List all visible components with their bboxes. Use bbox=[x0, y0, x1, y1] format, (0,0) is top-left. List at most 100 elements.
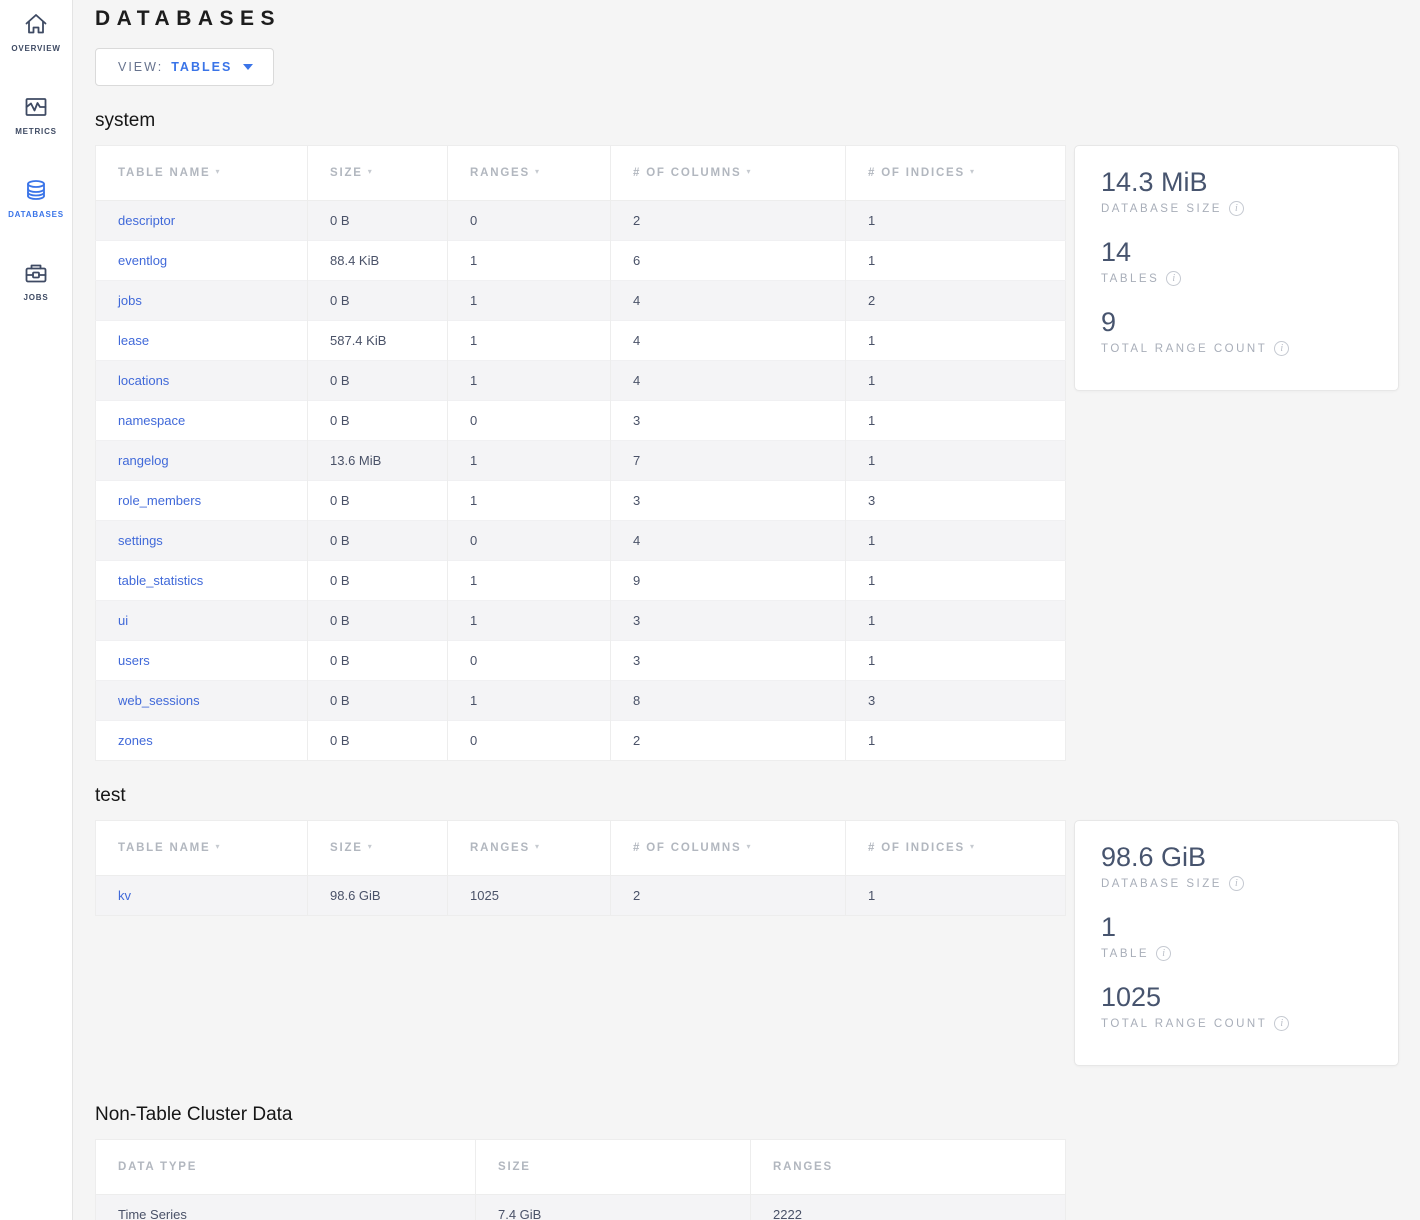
table-row: descriptor0 B021 bbox=[96, 201, 1066, 241]
sidebar-item-databases[interactable]: DATABASES bbox=[0, 176, 72, 219]
table-cell: 0 B bbox=[308, 721, 448, 761]
info-icon[interactable]: i bbox=[1274, 1016, 1289, 1031]
table-name-link[interactable]: lease bbox=[118, 333, 149, 348]
column-header-label: TABLE NAME bbox=[118, 167, 211, 179]
table-cell: 13.6 MiB bbox=[308, 441, 448, 481]
table-name-link[interactable]: ui bbox=[118, 613, 128, 628]
info-icon[interactable]: i bbox=[1274, 341, 1289, 356]
info-icon[interactable]: i bbox=[1166, 271, 1181, 286]
column-header[interactable]: # OF COLUMNS▾ bbox=[611, 146, 846, 201]
stat-value: 1 bbox=[1101, 911, 1374, 943]
table-cell: 2222 bbox=[751, 1195, 1066, 1220]
table-name-link[interactable]: rangelog bbox=[118, 453, 169, 468]
table-cell: 4 bbox=[611, 281, 846, 321]
sidebar-item-label: OVERVIEW bbox=[11, 44, 60, 53]
table-name-link[interactable]: table_statistics bbox=[118, 573, 203, 588]
table-row: rangelog13.6 MiB171 bbox=[96, 441, 1066, 481]
table-cell: 0 B bbox=[308, 481, 448, 521]
column-header[interactable]: RANGES▾ bbox=[448, 821, 611, 876]
column-header-label: TABLE NAME bbox=[118, 842, 211, 854]
column-header[interactable]: # OF INDICES▾ bbox=[846, 821, 1066, 876]
column-header-label: # OF COLUMNS bbox=[633, 167, 742, 179]
table-cell: 1 bbox=[448, 281, 611, 321]
table-name-link[interactable]: jobs bbox=[118, 293, 142, 308]
table-cell: 0 B bbox=[308, 361, 448, 401]
table-cell: 1 bbox=[846, 201, 1066, 241]
sidebar-item-metrics[interactable]: METRICS bbox=[0, 93, 72, 136]
table-cell: 6 bbox=[611, 241, 846, 281]
sidebar-item-overview[interactable]: OVERVIEW bbox=[0, 10, 72, 53]
table-cell: 0 B bbox=[308, 401, 448, 441]
stat-tables: 14 TABLES i bbox=[1101, 236, 1374, 286]
column-header: DATA TYPE bbox=[96, 1140, 476, 1195]
table-row: eventlog88.4 KiB161 bbox=[96, 241, 1066, 281]
briefcase-icon bbox=[22, 259, 50, 287]
table-cell: rangelog bbox=[96, 441, 308, 481]
table-cell: 1 bbox=[448, 481, 611, 521]
table-cell: 4 bbox=[611, 521, 846, 561]
table-cell: 3 bbox=[611, 601, 846, 641]
column-header-label: DATA TYPE bbox=[118, 1161, 197, 1173]
column-header[interactable]: # OF INDICES▾ bbox=[846, 146, 1066, 201]
sidebar-item-jobs[interactable]: JOBS bbox=[0, 259, 72, 302]
table-name-link[interactable]: kv bbox=[118, 888, 131, 903]
sort-arrow-icon: ▾ bbox=[535, 842, 541, 851]
table-name-link[interactable]: zones bbox=[118, 733, 153, 748]
table-name-link[interactable]: web_sessions bbox=[118, 693, 200, 708]
database-section-system: TABLE NAME▾SIZE▾RANGES▾# OF COLUMNS▾# OF… bbox=[95, 145, 1420, 761]
info-icon[interactable]: i bbox=[1229, 876, 1244, 891]
column-header-label: # OF INDICES bbox=[868, 167, 965, 179]
sort-arrow-icon: ▾ bbox=[216, 842, 222, 851]
table-cell: 0 bbox=[448, 521, 611, 561]
column-header[interactable]: SIZE▾ bbox=[308, 821, 448, 876]
table-cell: 4 bbox=[611, 361, 846, 401]
table-name-link[interactable]: settings bbox=[118, 533, 163, 548]
sidebar: OVERVIEW METRICS DATABASES JOBS bbox=[0, 0, 73, 1220]
view-dropdown[interactable]: VIEW: TABLES bbox=[95, 48, 274, 86]
table-cell: kv bbox=[96, 876, 308, 916]
table-cell: 0 B bbox=[308, 641, 448, 681]
table-cell: 1 bbox=[846, 561, 1066, 601]
sidebar-item-label: METRICS bbox=[15, 127, 57, 136]
table-name-link[interactable]: locations bbox=[118, 373, 169, 388]
table-cell: 1 bbox=[448, 321, 611, 361]
view-dropdown-value: TABLES bbox=[171, 60, 232, 74]
table-cell: Time Series bbox=[96, 1195, 476, 1220]
table-cell: 4 bbox=[611, 321, 846, 361]
table-cell: 1 bbox=[448, 441, 611, 481]
table-name-link[interactable]: users bbox=[118, 653, 150, 668]
column-header-label: SIZE bbox=[330, 842, 363, 854]
column-header[interactable]: SIZE▾ bbox=[308, 146, 448, 201]
stat-database-size: 98.6 GiB DATABASE SIZE i bbox=[1101, 841, 1374, 891]
table-cell: 1025 bbox=[448, 876, 611, 916]
table-cell: locations bbox=[96, 361, 308, 401]
table-name-link[interactable]: descriptor bbox=[118, 213, 175, 228]
table-cell: 1 bbox=[448, 241, 611, 281]
sidebar-item-label: JOBS bbox=[24, 293, 49, 302]
table-row: jobs0 B142 bbox=[96, 281, 1066, 321]
table-name-link[interactable]: role_members bbox=[118, 493, 201, 508]
sort-arrow-icon: ▾ bbox=[216, 167, 222, 176]
table-cell: 3 bbox=[846, 681, 1066, 721]
column-header[interactable]: # OF COLUMNS▾ bbox=[611, 821, 846, 876]
stat-label: TOTAL RANGE COUNT bbox=[1101, 343, 1267, 355]
stat-value: 14 bbox=[1101, 236, 1374, 268]
column-header: RANGES bbox=[751, 1140, 1066, 1195]
table-cell: users bbox=[96, 641, 308, 681]
table-cell: eventlog bbox=[96, 241, 308, 281]
database-heading-system: system bbox=[95, 110, 1420, 132]
table-name-link[interactable]: eventlog bbox=[118, 253, 167, 268]
non-table-cluster-data-heading: Non-Table Cluster Data bbox=[95, 1104, 1420, 1126]
stat-value: 14.3 MiB bbox=[1101, 166, 1374, 198]
column-header[interactable]: TABLE NAME ▾ bbox=[96, 146, 308, 201]
stat-label: TABLE bbox=[1101, 948, 1149, 960]
column-header[interactable]: RANGES▾ bbox=[448, 146, 611, 201]
table-name-link[interactable]: namespace bbox=[118, 413, 185, 428]
table-cell: 0 B bbox=[308, 681, 448, 721]
table-cell: 88.4 KiB bbox=[308, 241, 448, 281]
column-header[interactable]: TABLE NAME ▾ bbox=[96, 821, 308, 876]
info-icon[interactable]: i bbox=[1156, 946, 1171, 961]
info-icon[interactable]: i bbox=[1229, 201, 1244, 216]
home-icon bbox=[22, 10, 50, 38]
table-cell: 8 bbox=[611, 681, 846, 721]
